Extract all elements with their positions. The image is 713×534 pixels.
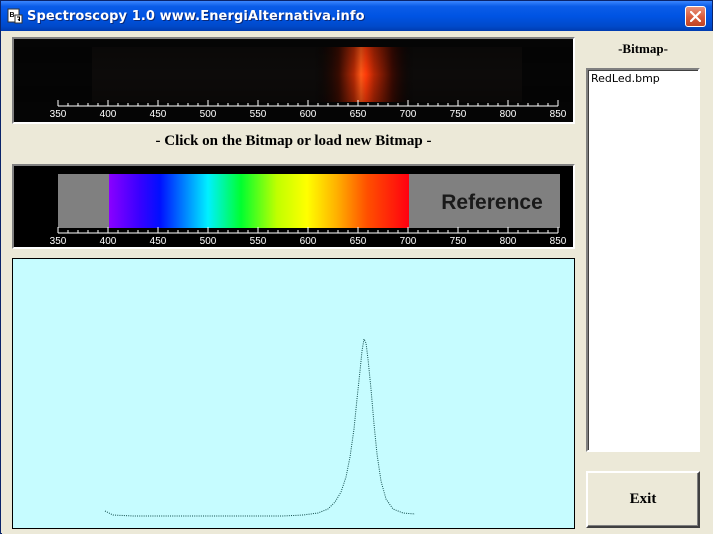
reference-scale-label: 600 — [300, 236, 317, 247]
bitmap-section-label: -Bitmap- — [618, 41, 668, 56]
reference-scale-label: 850 — [550, 236, 567, 247]
reference-spectrum-panel: Reference 350 400 450 500 550 600 650 700 750 800… — [12, 164, 575, 249]
spectrum-scale-label: 550 — [250, 109, 267, 120]
client-area: 350 400 450 500 550 600 650 700 750 800 850 - Clic… — [2, 31, 713, 534]
intensity-graph — [104, 337, 416, 517]
app-window: B Spectroscopy 1.0 www.EnergiAlternativa… — [0, 0, 713, 534]
reference-scale-label: 800 — [500, 236, 517, 247]
spectrum-scale-label: 400 — [100, 109, 117, 120]
reference-scale-label: 350 — [50, 236, 67, 247]
bitmap-file-list[interactable]: RedLed.bmp — [586, 68, 700, 452]
reference-label: Reference — [441, 191, 543, 214]
reference-scale-label: 700 — [400, 236, 417, 247]
spectrum-scale-label: 450 — [150, 109, 167, 120]
spectrum-scale-label: 800 — [500, 109, 517, 120]
spectrum-scale-label: 850 — [550, 109, 567, 120]
reference-scale-label: 450 — [150, 236, 167, 247]
instruction-text: - Click on the Bitmap or load new Bitmap… — [155, 133, 432, 149]
spectrum-scale-label: 350 — [50, 109, 67, 120]
reference-scale-label: 550 — [250, 236, 267, 247]
title-bar[interactable]: B Spectroscopy 1.0 www.EnergiAlternativa… — [1, 1, 712, 31]
close-button[interactable] — [685, 6, 706, 27]
spectrum-scale-label: 500 — [200, 109, 217, 120]
spectrum-bitmap-panel[interactable]: 350 400 450 500 550 600 650 700 750 800 850 — [12, 37, 575, 124]
reference-scale-label: 750 — [450, 236, 467, 247]
reference-scale-label: 650 — [350, 236, 367, 247]
window-title: Spectroscopy 1.0 www.EnergiAlternativa.i… — [27, 9, 365, 24]
spectrum-bitmap[interactable]: 350 400 450 500 550 600 650 700 750 800 850 — [14, 39, 573, 122]
spectrum-scale-label: 750 — [450, 109, 467, 120]
reference-spectrum: Reference 350 400 450 500 550 600 650 700 750 800… — [14, 166, 573, 247]
intensity-graph-panel — [12, 258, 575, 529]
exit-button[interactable]: Exit — [586, 471, 700, 528]
close-x-icon — [690, 11, 701, 22]
spectrum-scale-label: 650 — [350, 109, 367, 120]
list-item[interactable]: RedLed.bmp — [588, 70, 698, 87]
reference-scale-label: 400 — [100, 236, 117, 247]
reference-scale-label: 500 — [200, 236, 217, 247]
svg-text:B: B — [10, 12, 15, 19]
intensity-curve — [104, 337, 416, 517]
spectrum-scale-label: 600 — [300, 109, 317, 120]
spectrum-scale-label: 700 — [400, 109, 417, 120]
bitmap-app-icon[interactable]: B — [7, 8, 23, 24]
